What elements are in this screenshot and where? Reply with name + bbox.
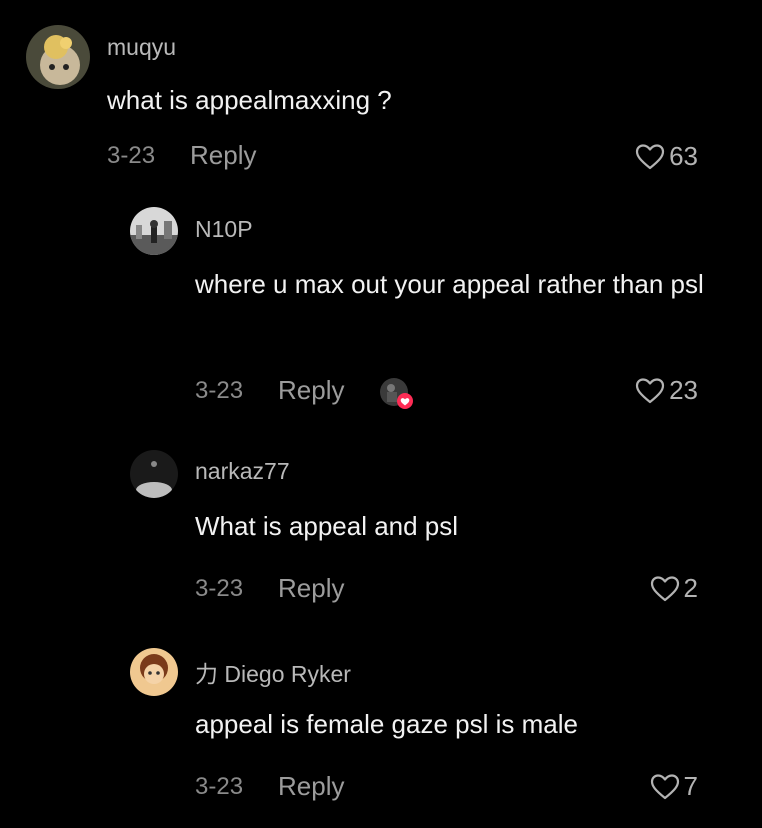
avatar[interactable] <box>130 450 178 498</box>
cat-avatar-icon <box>26 25 90 89</box>
comment-item: N10P where u max out your appeal rather … <box>0 190 762 430</box>
like-button[interactable]: 23 <box>635 375 698 406</box>
heart-outline-icon <box>650 773 679 799</box>
like-button[interactable]: 2 <box>650 573 698 604</box>
red-heart-badge-icon <box>380 378 413 409</box>
comment-date: 3-23 <box>195 773 244 800</box>
comment-date: 3-23 <box>195 575 244 602</box>
comment-text: where u max out your appeal rather than … <box>195 269 704 299</box>
username[interactable]: muqyu <box>107 34 176 61</box>
username[interactable]: N10P <box>195 216 253 243</box>
creator-like-badge <box>378 376 414 412</box>
like-count: 2 <box>683 573 698 603</box>
dark-moon-avatar-icon <box>130 450 178 498</box>
comment-text: What is appeal and psl <box>195 511 459 541</box>
avatar[interactable] <box>130 648 178 696</box>
comment-date: 3-23 <box>195 377 244 404</box>
street-photo-avatar-icon <box>130 207 178 255</box>
comment-item: muqyu what is appealmaxxing ? 3-23 Reply… <box>0 0 762 190</box>
comment-text: what is appealmaxxing ? <box>107 85 392 115</box>
comment-date: 3-23 <box>107 142 156 169</box>
reply-button[interactable]: Reply <box>190 140 256 171</box>
like-button[interactable]: 7 <box>650 771 698 802</box>
like-count: 23 <box>669 375 698 405</box>
username[interactable]: 力 Diego Ryker <box>195 655 351 689</box>
heart-outline-icon <box>635 143 665 169</box>
anime-avatar-icon <box>130 648 178 696</box>
comment-item: 力 Diego Ryker appeal is female gaze psl … <box>0 630 762 828</box>
reply-button[interactable]: Reply <box>278 375 344 406</box>
reply-button[interactable]: Reply <box>278 771 344 802</box>
heart-outline-icon <box>635 377 665 403</box>
avatar[interactable] <box>26 25 90 89</box>
comment-text: appeal is female gaze psl is male <box>195 709 578 739</box>
username[interactable]: narkaz77 <box>195 458 290 485</box>
like-count: 63 <box>669 141 698 171</box>
heart-outline-icon <box>650 575 679 601</box>
comment-item: narkaz77 What is appeal and psl 3-23 Rep… <box>0 430 762 630</box>
avatar[interactable] <box>130 207 178 255</box>
like-count: 7 <box>683 771 698 801</box>
reply-button[interactable]: Reply <box>278 573 344 604</box>
like-button[interactable]: 63 <box>635 141 698 172</box>
